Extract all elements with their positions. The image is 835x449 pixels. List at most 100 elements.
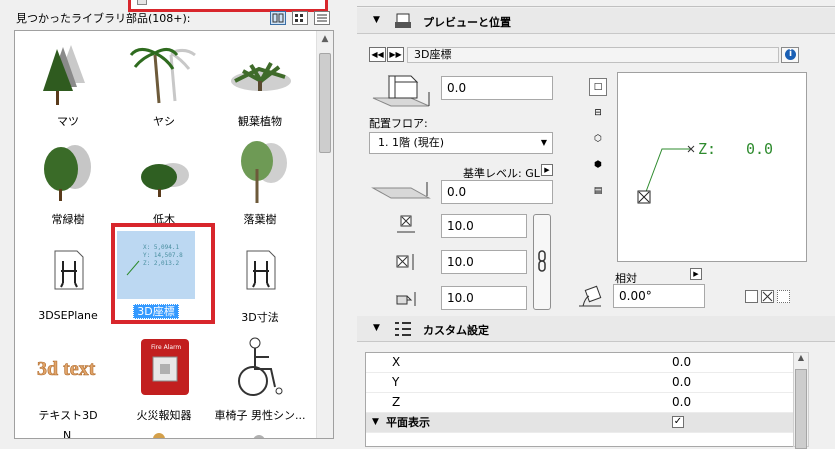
param-value[interactable]: 0.0 xyxy=(672,373,691,392)
settings-panel: ▼ プレビューと位置 ◀◀ ▶▶ 3D座標 i 0.0 配置フロア: 1. 1階… xyxy=(357,0,835,449)
view-axonometric-button[interactable]: ⬡ xyxy=(589,130,607,148)
param-name: Y xyxy=(392,375,400,389)
svg-text:Fire Alarm: Fire Alarm xyxy=(151,344,181,351)
collapse-triangle-icon[interactable]: ▼ xyxy=(373,15,380,25)
parameter-scrollbar[interactable]: ▲ xyxy=(793,352,809,449)
found-parts-label: 見つかったライブラリ部品(108+): xyxy=(16,12,191,25)
canvas-z-value: 0.0 xyxy=(746,140,773,158)
elevation-icon xyxy=(372,75,430,107)
group-label: 平面表示 xyxy=(386,416,430,429)
home-story-value: 1. 1階 (現在) xyxy=(378,136,445,149)
previous-object-button[interactable]: ◀◀ xyxy=(369,47,386,62)
collapse-triangle-icon[interactable]: ▼ xyxy=(373,323,380,333)
scroll-up-icon[interactable]: ▲ xyxy=(317,31,333,47)
library-item-label: マツ xyxy=(57,115,79,128)
section-title: プレビューと位置 xyxy=(423,16,511,29)
library-item-deciduous[interactable]: 落葉樹 xyxy=(213,135,307,231)
group-collapse-icon[interactable]: ▼ xyxy=(372,413,379,432)
view-film-button[interactable]: ▤ xyxy=(589,182,607,200)
height-z-icon xyxy=(395,292,416,306)
param-name: X xyxy=(392,355,401,369)
dropdown-arrow-icon: ▼ xyxy=(540,138,547,147)
small-thumbnail-view-button[interactable] xyxy=(292,11,308,25)
depth-y-icon xyxy=(396,254,414,270)
shrub-icon xyxy=(141,163,189,197)
fire-alarm-icon: Fire Alarm xyxy=(141,339,189,395)
relative-arrow-icon[interactable]: ▶ xyxy=(690,268,702,280)
library-item-shrub[interactable]: 低木 xyxy=(117,135,211,231)
param-value[interactable]: 0.0 xyxy=(672,353,691,372)
table-row[interactable]: Z 0.0 xyxy=(366,393,794,413)
reference-level-label: 基準レベル: GL xyxy=(463,167,540,180)
scroll-up-icon[interactable]: ▲ xyxy=(794,353,808,367)
lock-ratio-button[interactable] xyxy=(533,214,551,310)
mirror-toggle[interactable] xyxy=(745,290,758,303)
table-row[interactable]: X 0.0 xyxy=(366,353,794,373)
library-item-wheelchair[interactable]: 車椅子 男性シン... xyxy=(213,331,307,427)
info-button[interactable]: i xyxy=(781,47,799,63)
custom-settings-header[interactable]: ▼ カスタム設定 xyxy=(357,316,835,342)
table-row[interactable]: Y 0.0 xyxy=(366,373,794,393)
preview-canvas[interactable]: Z: 0.0 xyxy=(617,72,807,262)
library-item-evergreen[interactable]: 常緑樹 xyxy=(21,135,115,231)
mirror-x-toggle[interactable] xyxy=(761,290,774,303)
preview-section-body: ◀◀ ▶▶ 3D座標 i 0.0 配置フロア: 1. 1階 (現在) ▼ 基準レ… xyxy=(357,34,835,314)
view-plan-button[interactable]: □ xyxy=(589,78,607,96)
elevation-input[interactable]: 0.0 xyxy=(441,76,553,100)
library-item-houseplant[interactable]: 観葉植物 xyxy=(213,37,307,133)
scroll-thumb[interactable] xyxy=(319,53,331,153)
table-group-row[interactable]: ▼ 平面表示 ✓ xyxy=(366,413,794,433)
library-item-label: 観葉植物 xyxy=(238,115,282,128)
library-item-pine[interactable]: マツ xyxy=(21,37,115,133)
rotation-angle-input[interactable]: 0.00° xyxy=(613,284,705,308)
home-story-label: 配置フロア: xyxy=(369,117,428,130)
param-name: Z xyxy=(392,395,401,409)
size-x-input[interactable]: 10.0 xyxy=(441,214,527,238)
panel-splitter[interactable] xyxy=(340,0,357,439)
library-panel: 見つかったライブラリ部品(108+): マツ ヤシ 観葉植物 常緑樹 低木 落葉… xyxy=(0,0,340,439)
partial-thumbnail xyxy=(253,435,265,438)
param-value[interactable]: 0.0 xyxy=(672,393,691,412)
library-item-3dseplane[interactable]: 3DSEPlane xyxy=(21,233,115,329)
list-view-button[interactable] xyxy=(314,11,330,25)
panel-top-edge xyxy=(357,0,835,7)
library-item-3d-dimension[interactable]: 3D寸法 xyxy=(213,233,307,329)
wheelchair-icon xyxy=(238,337,283,396)
library-item-text3d[interactable]: 3d text テキスト3D xyxy=(21,331,115,427)
offset-plane-icon xyxy=(371,182,431,199)
reference-offset-input[interactable]: 0.0 xyxy=(441,180,553,204)
selection-highlight xyxy=(111,223,215,324)
parameter-table: X 0.0 Y 0.0 Z 0.0 ▼ 平面表示 ✓ xyxy=(365,352,795,447)
home-story-select[interactable]: 1. 1階 (現在) ▼ xyxy=(369,132,553,154)
plan-display-checkbox[interactable]: ✓ xyxy=(672,416,684,428)
preview-section-header[interactable]: ▼ プレビューと位置 xyxy=(357,8,835,34)
width-x-icon xyxy=(397,215,415,233)
mirror-y-toggle[interactable] xyxy=(777,290,790,303)
library-item-label: 落葉樹 xyxy=(243,213,277,226)
view-side-button[interactable]: ⊟ xyxy=(589,104,607,122)
library-item-label: テキスト3D xyxy=(38,409,98,422)
deciduous-tree-icon xyxy=(241,141,287,203)
library-item-label: 3DSEPlane xyxy=(38,309,98,322)
pine-tree-icon xyxy=(43,45,85,105)
library-item-fire-alarm[interactable]: Fire Alarm 火災報知器 xyxy=(117,331,211,427)
rotation-angle-icon xyxy=(579,285,602,307)
scroll-thumb[interactable] xyxy=(795,369,807,449)
evergreen-tree-icon xyxy=(44,145,91,201)
info-icon: i xyxy=(785,49,796,60)
custom-settings-body: X 0.0 Y 0.0 Z 0.0 ▼ 平面表示 ✓ ▲ xyxy=(357,344,835,449)
next-object-button[interactable]: ▶▶ xyxy=(387,47,404,62)
library-item-palm[interactable]: ヤシ xyxy=(117,37,211,133)
size-z-input[interactable]: 10.0 xyxy=(441,286,527,310)
library-item-label: N xyxy=(63,429,72,439)
view-shaded-button[interactable]: ⬢ xyxy=(589,156,607,174)
chair-doc-icon xyxy=(246,250,276,290)
large-thumbnail-view-button[interactable] xyxy=(270,11,286,25)
reference-level-arrow-icon[interactable]: ▶ xyxy=(541,164,553,176)
library-scrollbar[interactable]: ▲ xyxy=(316,31,333,438)
canvas-z-label: Z: xyxy=(698,140,716,158)
chair-doc-icon xyxy=(54,250,84,290)
houseplant-icon xyxy=(231,62,291,91)
preview-position-icon xyxy=(395,13,411,28)
size-y-input[interactable]: 10.0 xyxy=(441,250,527,274)
